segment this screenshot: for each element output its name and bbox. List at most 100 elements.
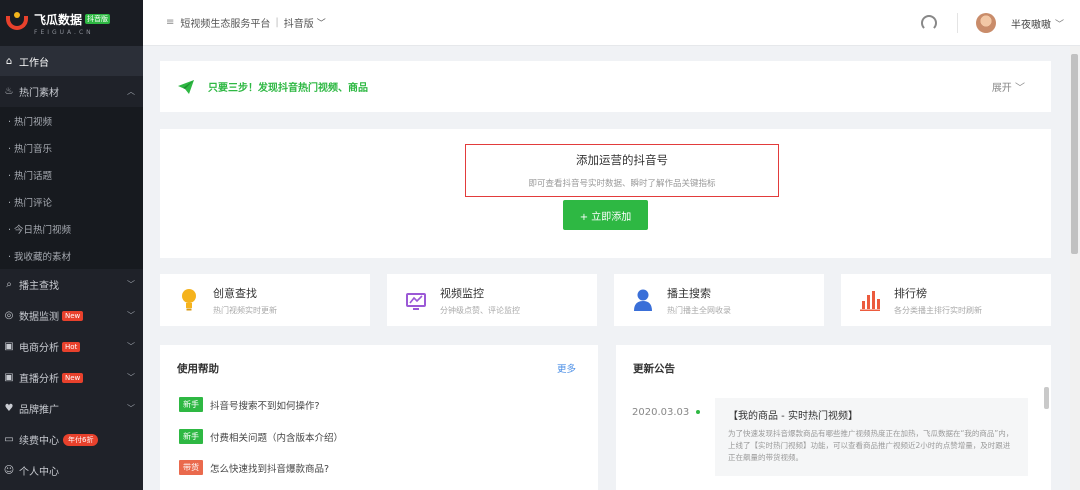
sidebar-item-live-analysis[interactable]: ▣ 直播分析 New ﹀ — [0, 362, 143, 393]
discount-badge: 年付6折 — [63, 433, 99, 446]
sidebar-subitem-hot-music[interactable]: · 热门音乐 — [0, 134, 143, 161]
feature-title: 播主搜索 — [667, 286, 711, 300]
news-headline: 【我的商品 - 实时热门视频】 — [728, 411, 858, 422]
news-item[interactable]: 【我的商品 - 实时热门视频】 为了快速发现抖音爆款商品有哪些推广视频热度正在加… — [715, 398, 1028, 476]
briefcase-icon: ▣ — [4, 372, 14, 383]
beginner-tag: 新手 — [179, 429, 203, 444]
bar-chart-icon — [860, 289, 880, 311]
user-search-icon — [633, 289, 653, 311]
feature-title: 视频监控 — [440, 286, 484, 300]
user-icon: ☺ — [3, 465, 15, 476]
sidebar-subitem-hot-topics[interactable]: · 热门话题 — [0, 161, 143, 188]
sidebar-item-label: 个人中心 — [19, 467, 59, 478]
sidebar-item-creator-search[interactable]: ⌕ 播主查找 ﹀ — [0, 269, 143, 300]
new-badge: New — [62, 310, 84, 321]
help-item[interactable]: 新手 付费相关问题（内含版本介绍） — [179, 429, 343, 444]
version-switcher[interactable]: 抖音版 — [284, 15, 314, 30]
sales-tag: 带货 — [179, 460, 203, 475]
sidebar-item-ecommerce-analysis[interactable]: ▣ 电商分析 Hot ﹀ — [0, 331, 143, 362]
feature-desc: 热门播主全网收录 — [667, 305, 731, 315]
card-icon: ▭ — [4, 434, 14, 445]
bulb-icon — [179, 289, 199, 311]
chevron-down-icon: ﹀ — [127, 280, 135, 289]
username[interactable]: 半夜嗷嗷 — [1011, 16, 1051, 31]
help-title: 使用帮助 — [177, 363, 219, 375]
feature-card-video-monitor[interactable]: 视频监控 分钟级点赞、评论监控 — [387, 274, 597, 326]
chevron-down-icon: ﹀ — [127, 404, 135, 413]
expand-label: 展开 — [991, 83, 1012, 94]
divider — [956, 13, 958, 33]
feature-card-creative-search[interactable]: 创意查找 热门视频实时更新 — [160, 274, 370, 326]
sidebar-item-data-monitor[interactable]: ◎ 数据监测 New ﹀ — [0, 300, 143, 331]
beginner-tag: 新手 — [179, 397, 203, 412]
steps-text: 只要三步！发现抖音热门视频、商品 — [208, 83, 368, 94]
chart-monitor-icon — [406, 289, 426, 311]
sidebar-item-label: 热门素材 — [19, 88, 59, 99]
headset-icon[interactable] — [920, 15, 937, 31]
feature-card-rankings[interactable]: 排行榜 各分类播主排行实时刷新 — [841, 274, 1051, 326]
brand-badge: 抖音版 — [85, 14, 111, 24]
help-question: 抖音号搜索不到如何操作? — [210, 400, 320, 412]
sidebar-item-label: 品牌推广 — [19, 405, 59, 416]
paper-plane-icon — [178, 79, 194, 94]
sidebar-item-hot-materials[interactable]: ♨ 热门素材 ︿ — [0, 76, 143, 107]
sidebar-subitem-favorites[interactable]: · 我收藏的素材 — [0, 242, 143, 269]
sidebar-item-label: 续费中心 — [19, 436, 59, 447]
sidebar-subitem-hot-comments[interactable]: · 热门评论 — [0, 188, 143, 215]
monitor-icon: ◎ — [4, 310, 14, 321]
sidebar-item-label: 工作台 — [19, 57, 49, 69]
help-question: 付费相关问题（内含版本介绍） — [210, 432, 344, 444]
help-item[interactable]: 新手 抖音号搜索不到如何操作? — [179, 397, 320, 412]
help-question: 怎么快速找到抖音爆款商品? — [210, 463, 330, 475]
sidebar-item-brand-promotion[interactable]: ♥ 品牌推广 ﹀ — [0, 393, 143, 424]
briefcase-icon: ▣ — [4, 341, 14, 352]
steps-banner: 只要三步！发现抖音热门视频、商品 展开 ﹀ — [160, 61, 1051, 112]
flame-icon: ♨ — [4, 86, 14, 97]
avatar[interactable] — [975, 13, 996, 33]
chevron-down-icon[interactable]: ﹀ — [1055, 17, 1064, 30]
home-icon: ⌂ — [5, 55, 13, 67]
sidebar-subitem-today-hot-videos[interactable]: · 今日热门视频 — [0, 215, 143, 242]
divider: | — [275, 17, 279, 28]
sidebar-item-label: 电商分析 — [19, 343, 59, 354]
chevron-down-icon[interactable]: ﹀ — [317, 16, 326, 29]
sidebar-item-renewal-center[interactable]: ▭ 续费中心 年付6折 — [0, 424, 143, 455]
heart-icon: ♥ — [4, 403, 14, 414]
brand-logo[interactable]: 飞瓜数据 抖音版 FEIGUA.CN — [0, 0, 143, 46]
menu-icon[interactable]: ≡ — [166, 17, 174, 28]
add-now-button[interactable]: + 立即添加 — [563, 200, 648, 230]
more-link[interactable]: 更多 — [557, 361, 576, 375]
news-body: 为了快速发现抖音爆款商品有哪些推广视频热度正在加热，飞瓜数据在“我的商品”内，上… — [728, 429, 1014, 462]
feature-desc: 各分类播主排行实时刷新 — [894, 305, 982, 315]
feature-title: 排行榜 — [894, 286, 927, 300]
feature-desc: 分钟级点赞、评论监控 — [440, 305, 520, 315]
feature-desc: 热门视频实时更新 — [213, 305, 277, 315]
new-badge: New — [62, 372, 84, 383]
hot-badge: Hot — [62, 341, 81, 352]
chevron-down-icon: ﹀ — [127, 311, 135, 320]
feature-title: 创意查找 — [213, 286, 257, 300]
add-account-card: 添加运营的抖音号 即可查看抖音号实时数据、瞬时了解作品关键指标 + 立即添加 — [160, 129, 1051, 258]
page-scrollbar-thumb[interactable] — [1071, 54, 1078, 254]
help-item[interactable]: 带货 怎么快速找到抖音爆款商品? — [179, 460, 329, 475]
search-icon: ⌕ — [6, 279, 12, 290]
announcements-panel: 更新公告 2020.03.03 【我的商品 - 实时热门视频】 为了快速发现抖音… — [616, 345, 1051, 490]
sidebar-item-workbench[interactable]: ⌂ 工作台 — [0, 46, 143, 76]
sidebar-subitem-hot-videos[interactable]: · 热门视频 — [0, 107, 143, 134]
timeline-dot — [696, 410, 700, 414]
chevron-down-icon: ﹀ — [127, 342, 135, 351]
add-account-title: 添加运营的抖音号 — [576, 153, 668, 167]
news-date: 2020.03.03 — [632, 407, 690, 418]
announcements-title: 更新公告 — [633, 363, 675, 375]
brand-name: 飞瓜数据 — [34, 12, 83, 27]
chevron-down-icon: ﹀ — [127, 373, 135, 382]
sidebar-item-personal-center[interactable]: ☺ 个人中心 — [0, 455, 143, 486]
news-scrollbar[interactable] — [1044, 387, 1049, 409]
platform-title: 短视频生态服务平台 — [180, 19, 271, 30]
feature-card-creator-search[interactable]: 播主搜索 热门播主全网收录 — [614, 274, 824, 326]
topbar: ≡ 短视频生态服务平台 | 抖音版 ﹀ 半夜嗷嗷 ﹀ — [143, 0, 1080, 46]
sidebar-item-label: 直播分析 — [19, 374, 59, 385]
expand-toggle[interactable]: 展开 ﹀ — [992, 79, 1025, 94]
sidebar-item-label: 数据监测 — [19, 312, 59, 323]
add-account-highlight: 添加运营的抖音号 即可查看抖音号实时数据、瞬时了解作品关键指标 — [465, 144, 779, 197]
